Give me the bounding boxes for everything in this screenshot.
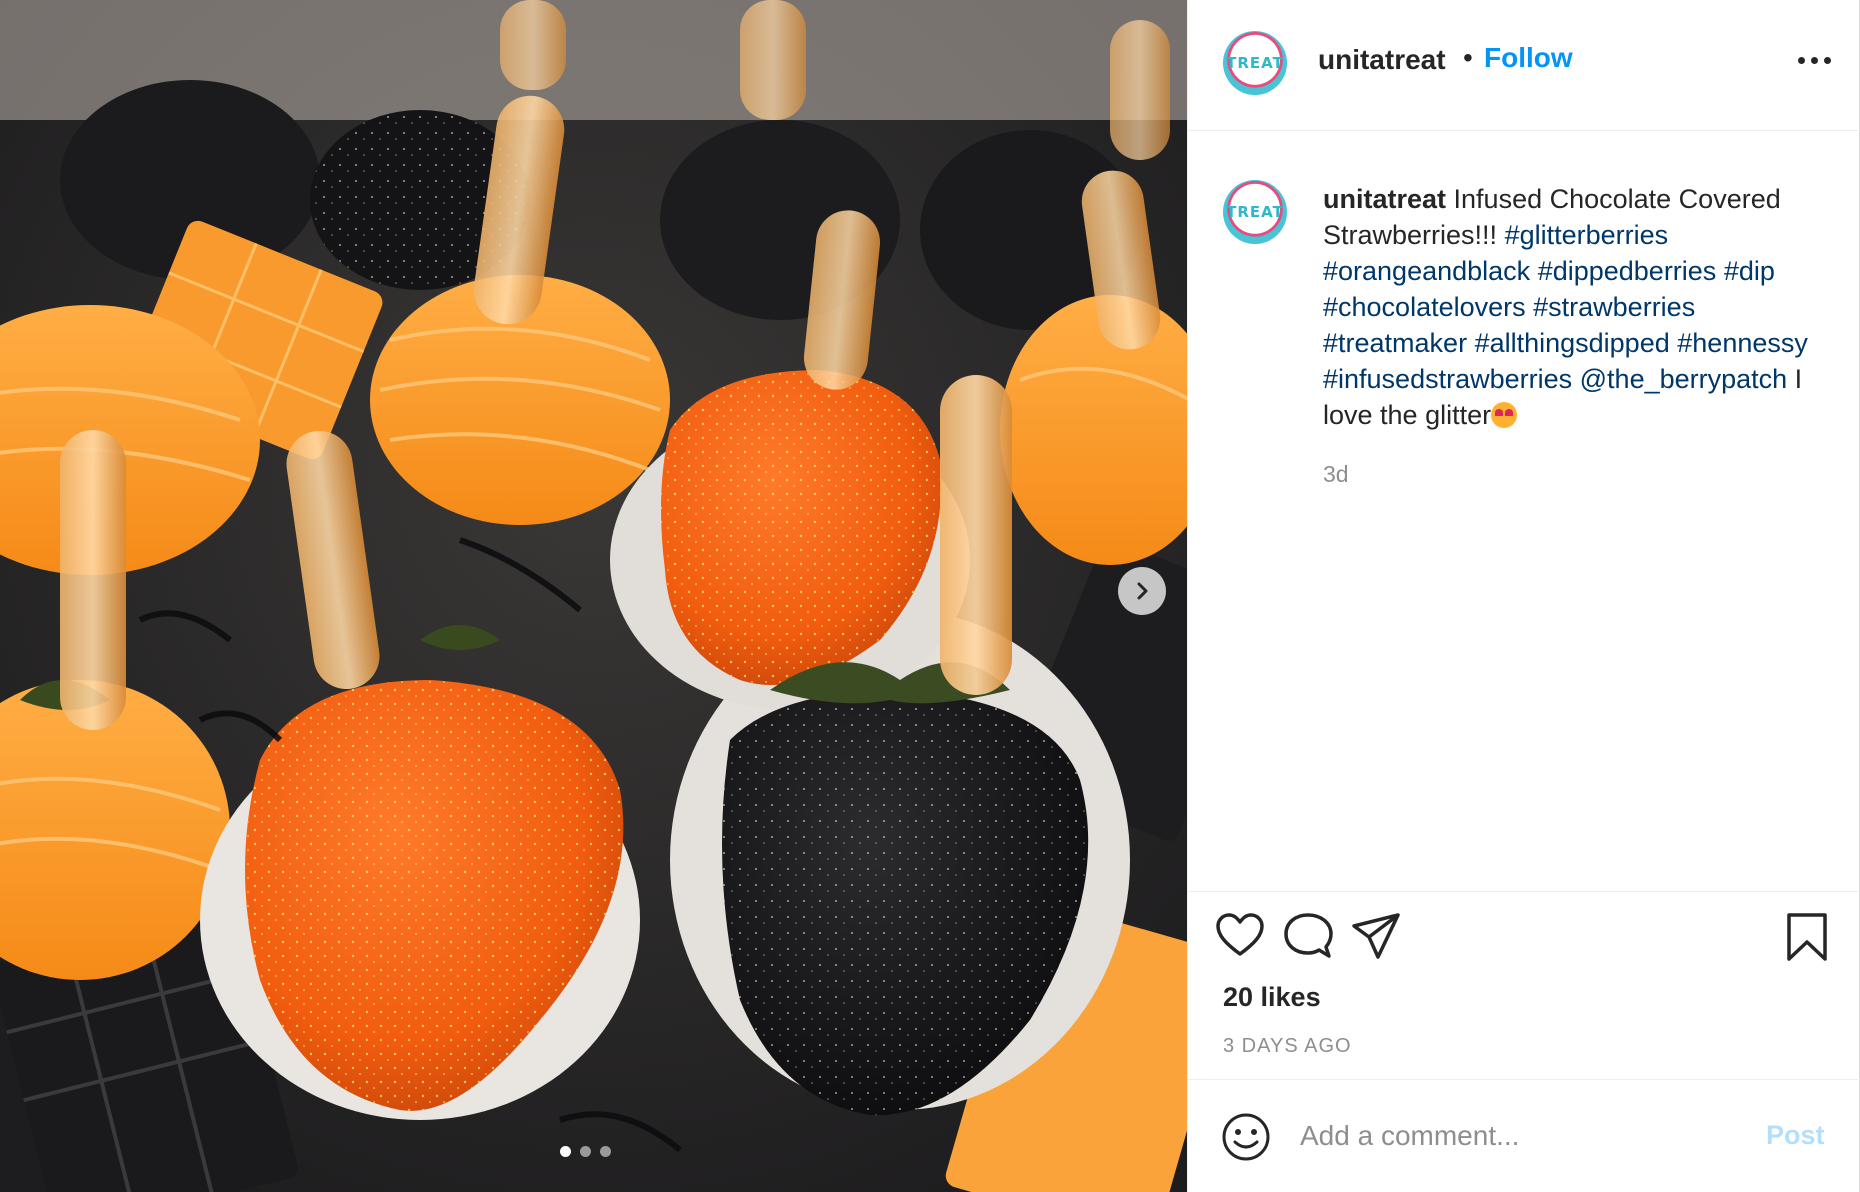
smiley-icon[interactable] bbox=[1221, 1112, 1271, 1162]
carousel-dot bbox=[580, 1146, 591, 1157]
header-username[interactable]: unitatreat bbox=[1318, 44, 1446, 76]
hashtag-link[interactable]: #hennessy bbox=[1677, 328, 1808, 358]
hashtag-link[interactable]: #orangeandblack bbox=[1323, 256, 1530, 286]
strawberries-photo bbox=[0, 0, 1187, 1192]
caption-username[interactable]: unitatreat bbox=[1323, 184, 1446, 214]
header-separator: • bbox=[1463, 42, 1473, 73]
follow-button[interactable]: Follow bbox=[1484, 42, 1573, 74]
post-date: 3 DAYS AGO bbox=[1223, 1035, 1352, 1057]
post-side-panel: TREAT unitatreat • Follow TREAT unitatre… bbox=[1187, 0, 1860, 1192]
hashtag-link[interactable]: #dip bbox=[1724, 256, 1775, 286]
carousel-dot bbox=[600, 1146, 611, 1157]
post-photo[interactable] bbox=[0, 0, 1187, 1192]
likes-count[interactable]: 20 likes bbox=[1223, 982, 1321, 1013]
carousel-dot bbox=[560, 1146, 571, 1157]
comment-input[interactable] bbox=[1300, 1114, 1740, 1158]
carousel-next-button[interactable] bbox=[1118, 567, 1166, 615]
post-header: TREAT unitatreat • Follow bbox=[1188, 0, 1860, 131]
post-actions: 20 likes 3 DAYS AGO bbox=[1188, 891, 1860, 1079]
more-options-icon[interactable] bbox=[1798, 50, 1834, 70]
mention-link[interactable]: @the_berrypatch bbox=[1580, 364, 1788, 394]
hashtag-link[interactable]: #infusedstrawberries bbox=[1323, 364, 1572, 394]
hashtag-link[interactable]: #strawberries bbox=[1533, 292, 1695, 322]
post-comment-button[interactable]: Post bbox=[1766, 1120, 1825, 1151]
bookmark-icon[interactable] bbox=[1785, 912, 1829, 962]
chevron-right-icon bbox=[1137, 582, 1148, 600]
caption-text: unitatreat Infused Chocolate Covered Str… bbox=[1323, 181, 1843, 433]
caption-timestamp: 3d bbox=[1323, 461, 1349, 487]
heart-icon[interactable] bbox=[1215, 912, 1265, 958]
hashtag-link[interactable]: #glitterberries bbox=[1505, 220, 1669, 250]
hashtag-link[interactable]: #treatmaker bbox=[1323, 328, 1467, 358]
heart-eyes-emoji-icon bbox=[1491, 402, 1518, 428]
caption-section: TREAT unitatreat Infused Chocolate Cover… bbox=[1188, 131, 1860, 891]
caption-avatar[interactable]: TREAT bbox=[1223, 180, 1287, 244]
avatar-logo-text: TREAT bbox=[1226, 203, 1284, 221]
carousel-indicator bbox=[560, 1146, 611, 1157]
add-comment-bar: Post bbox=[1188, 1079, 1860, 1192]
hashtag-link[interactable]: #allthingsdipped bbox=[1475, 328, 1670, 358]
hashtag-link[interactable]: #dippedberries bbox=[1538, 256, 1717, 286]
comment-bubble-icon[interactable] bbox=[1283, 912, 1333, 960]
hashtag-link[interactable]: #chocolatelovers bbox=[1323, 292, 1526, 322]
avatar[interactable]: TREAT bbox=[1223, 31, 1287, 95]
avatar-logo-text: TREAT bbox=[1226, 54, 1284, 72]
paper-plane-icon[interactable] bbox=[1351, 912, 1401, 960]
